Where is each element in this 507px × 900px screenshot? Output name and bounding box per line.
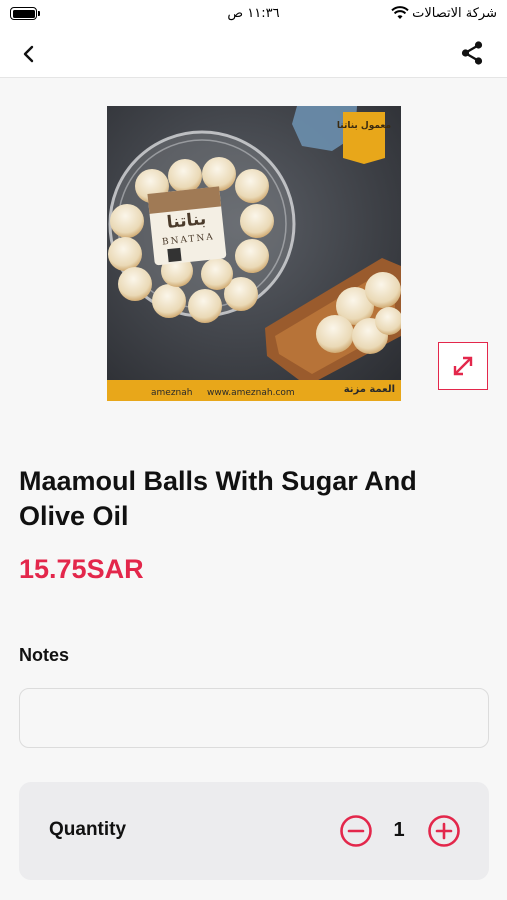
back-button[interactable]: [14, 40, 44, 68]
product-name: Maamoul Balls With Sugar And Olive Oil: [19, 466, 417, 531]
quantity-card: Quantity 1: [19, 782, 489, 880]
notes-input[interactable]: [19, 688, 489, 748]
wifi-icon: [391, 6, 409, 19]
badge-text-ar: معمول بناتنا: [337, 121, 391, 131]
carrier-name: شركة الاتصالات: [412, 6, 497, 21]
notes-label: Notes: [19, 645, 70, 665]
quantity-label: Quantity: [49, 819, 127, 840]
quantity-value: 1: [393, 819, 405, 841]
product-image[interactable]: بناتنا BNATNA معمول بناتنا ameznah www.a…: [107, 106, 401, 401]
footer-site: www.ameznah.com: [207, 388, 295, 398]
status-bar: ١١:٣٦ ص شركة الاتصالات: [0, 0, 507, 30]
chevron-left-icon: [23, 45, 34, 63]
expand-arrows-icon: [453, 356, 473, 376]
share-button[interactable]: [457, 38, 487, 68]
product-price: 15.75SAR: [19, 554, 144, 584]
footer-handle: ameznah: [151, 388, 192, 398]
share-icon: [461, 41, 483, 65]
expand-image-button[interactable]: [438, 342, 488, 390]
footer-brand-ar: العمة مزنة: [344, 384, 395, 395]
nav-bar: [0, 30, 507, 78]
minus-circle-icon[interactable]: [339, 814, 373, 848]
plus-circle-icon[interactable]: [427, 814, 461, 848]
jar-brand-ar: بناتنا: [166, 209, 207, 233]
product-photo: بناتنا BNATNA معمول بناتنا ameznah www.a…: [107, 106, 401, 401]
